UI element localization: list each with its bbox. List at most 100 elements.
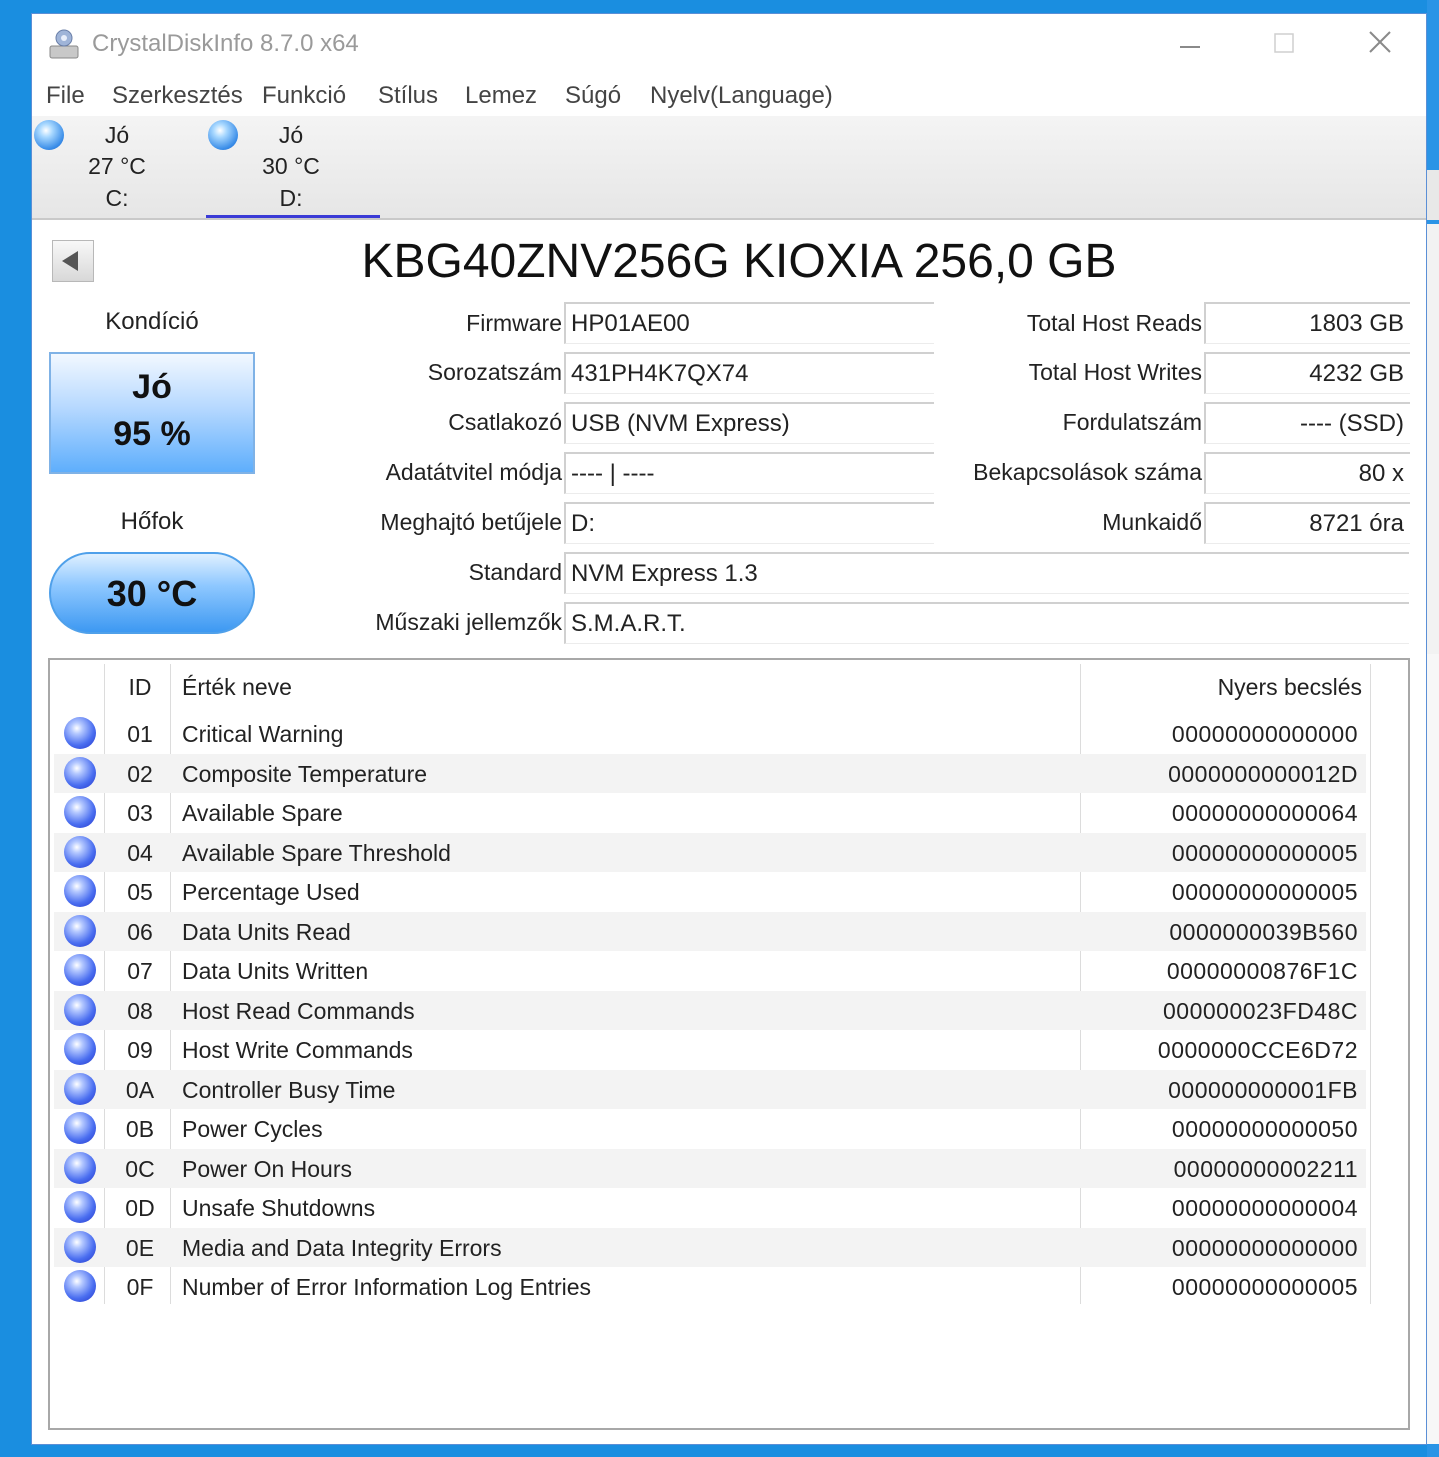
attribute-id: 02	[127, 760, 153, 787]
app-disk-icon	[49, 29, 79, 59]
table-row[interactable]: 0B Power Cycles 00000000000050	[54, 1109, 1366, 1148]
power-on-count-label: Bekapcsolások száma	[973, 459, 1202, 485]
previous-disk-button[interactable]	[52, 240, 94, 282]
attribute-id: 07	[127, 958, 153, 984]
attribute-name: Controller Busy Time	[182, 1076, 396, 1103]
attribute-raw-value: 00000000000004	[1171, 1195, 1358, 1221]
attribute-id: 0F	[126, 1274, 154, 1300]
drive-status: Jó	[278, 122, 304, 148]
drive-tab-d[interactable]: Jó 30 °C D:	[206, 116, 380, 218]
status-ball-icon	[64, 1112, 96, 1144]
attribute-id: 06	[127, 918, 153, 945]
attribute-name: Available Spare Threshold	[182, 839, 451, 866]
table-row[interactable]: 0E Media and Data Integrity Errors 0000000…	[54, 1227, 1366, 1267]
attribute-name: Percentage Used	[182, 879, 360, 905]
drive-status-icon	[34, 120, 64, 150]
menu-function[interactable]: Funkció	[262, 82, 346, 110]
temperature-button[interactable]: 30 °C	[49, 552, 255, 634]
attribute-id: 08	[127, 997, 153, 1024]
serial-label: Sorozatszám	[427, 359, 562, 385]
maximize-icon	[1274, 33, 1294, 53]
interface-value: USB (NVM Express)	[564, 402, 934, 444]
table-row[interactable]: 09 Host Write Commands 0000000CCE6D72	[54, 1030, 1366, 1069]
attribute-name: Power On Hours	[182, 1155, 353, 1182]
attribute-id: 01	[127, 721, 153, 747]
status-ball-icon	[64, 1191, 96, 1223]
attribute-raw-value: 00000000000000	[1171, 1234, 1358, 1261]
total-host-writes-label: Total Host Writes	[1028, 359, 1202, 385]
attribute-raw-value: 00000000000005	[1171, 839, 1358, 866]
table-row[interactable]: 05 Percentage Used 00000000000005	[54, 872, 1366, 911]
attribute-name: Number of Error Information Log Entries	[182, 1274, 592, 1300]
health-percent: 95 %	[113, 415, 191, 453]
attribute-id: 0C	[125, 1155, 155, 1182]
status-ball-icon	[64, 954, 96, 986]
attribute-name: Available Spare	[182, 800, 343, 826]
maximize-button[interactable]	[1264, 26, 1304, 66]
attribute-raw-value: 000000023FD48C	[1163, 997, 1358, 1024]
attribute-name: Critical Warning	[182, 721, 344, 747]
column-header-id[interactable]: ID	[108, 674, 172, 701]
menu-disk[interactable]: Lemez	[465, 82, 537, 110]
table-row[interactable]: 0F Number of Error Information Log Entrie…	[54, 1267, 1366, 1306]
attribute-raw-value: 00000000002211	[1173, 1155, 1358, 1182]
menu-bar: File Szerkesztés Funkció Stílus Lemez Sú…	[32, 80, 1426, 116]
health-status-button[interactable]: Jó 95 %	[49, 352, 255, 474]
arrow-left-icon	[62, 251, 78, 271]
attribute-raw-value: 00000000000050	[1171, 1116, 1358, 1142]
column-header-raw[interactable]: Nyers becslés	[1218, 674, 1362, 701]
drive-letter: C:	[105, 185, 129, 211]
drive-letter-value: D:	[564, 502, 934, 544]
status-ball-icon	[64, 717, 96, 749]
status-ball-icon	[64, 1270, 96, 1302]
menu-style[interactable]: Stílus	[378, 82, 438, 110]
attribute-name: Host Read Commands	[182, 997, 415, 1024]
standard-value: NVM Express 1.3	[564, 552, 1409, 594]
attribute-name: Host Write Commands	[182, 1037, 413, 1063]
menu-help[interactable]: Súgó	[565, 82, 621, 110]
drive-tab-c[interactable]: Jó 27 °C C:	[32, 116, 202, 216]
attribute-id: 0B	[125, 1116, 155, 1142]
minimize-button[interactable]	[1170, 26, 1210, 66]
attribute-name: Unsafe Shutdowns	[182, 1195, 376, 1221]
menu-file[interactable]: File	[46, 82, 85, 110]
attribute-raw-value: 00000000876F1C	[1166, 958, 1358, 984]
table-row[interactable]: 07 Data Units Written 00000000876F1C	[54, 951, 1366, 990]
table-row[interactable]: 06 Data Units Read 0000000039B560	[54, 911, 1366, 951]
crystaldiskinfo-window: CrystalDiskInfo 8.7.0 x64 File Szerkeszt…	[31, 13, 1427, 1445]
table-row[interactable]: 0C Power On Hours 00000000002211	[54, 1148, 1366, 1188]
attribute-raw-value: 00000000000000	[1171, 721, 1358, 747]
power-on-hours-label: Munkaidő	[1102, 509, 1202, 535]
table-header: ID Érték neve Nyers becslés	[50, 660, 1370, 712]
table-row[interactable]: 01 Critical Warning 00000000000000	[54, 714, 1366, 753]
attribute-id: 0D	[125, 1195, 155, 1221]
features-label: Műszaki jellemzők	[375, 609, 562, 635]
standard-label: Standard	[468, 559, 562, 585]
column-header-name[interactable]: Érték neve	[182, 674, 292, 701]
attribute-id: 09	[127, 1037, 153, 1063]
table-row[interactable]: 0A Controller Busy Time 000000000001FB	[54, 1069, 1366, 1109]
table-row[interactable]: 03 Available Spare 00000000000064	[54, 793, 1366, 832]
attribute-raw-value: 00000000000005	[1171, 879, 1358, 905]
serial-value: 431PH4K7QX74	[564, 352, 934, 394]
table-row[interactable]: 02 Composite Temperature 0000000000012D	[54, 753, 1366, 793]
smart-attributes-table[interactable]: ID Érték neve Nyers becslés 01 Critical W…	[48, 658, 1410, 1430]
menu-language[interactable]: Nyelv(Language)	[650, 82, 833, 110]
rotation-rate-label: Fordulatszám	[1062, 409, 1202, 435]
background-window-fragment	[1427, 170, 1439, 220]
window-title: CrystalDiskInfo 8.7.0 x64	[92, 30, 359, 57]
attribute-name: Power Cycles	[182, 1116, 323, 1142]
table-row[interactable]: 04 Available Spare Threshold 0000000000000…	[54, 832, 1366, 872]
drive-letter: D:	[279, 185, 303, 211]
close-icon	[1369, 31, 1391, 53]
close-button[interactable]	[1360, 26, 1400, 66]
drive-status: Jó	[104, 122, 130, 148]
power-on-count-value: 80 x	[1204, 452, 1410, 494]
table-row[interactable]: 08 Host Read Commands 000000023FD48C	[54, 990, 1366, 1030]
table-row[interactable]: 0D Unsafe Shutdowns 00000000000004	[54, 1188, 1366, 1227]
features-value: S.M.A.R.T.	[564, 602, 1409, 644]
title-bar[interactable]: CrystalDiskInfo 8.7.0 x64	[32, 14, 1426, 76]
status-ball-icon	[64, 875, 96, 907]
menu-edit[interactable]: Szerkesztés	[112, 82, 243, 110]
attribute-name: Composite Temperature	[182, 760, 428, 787]
